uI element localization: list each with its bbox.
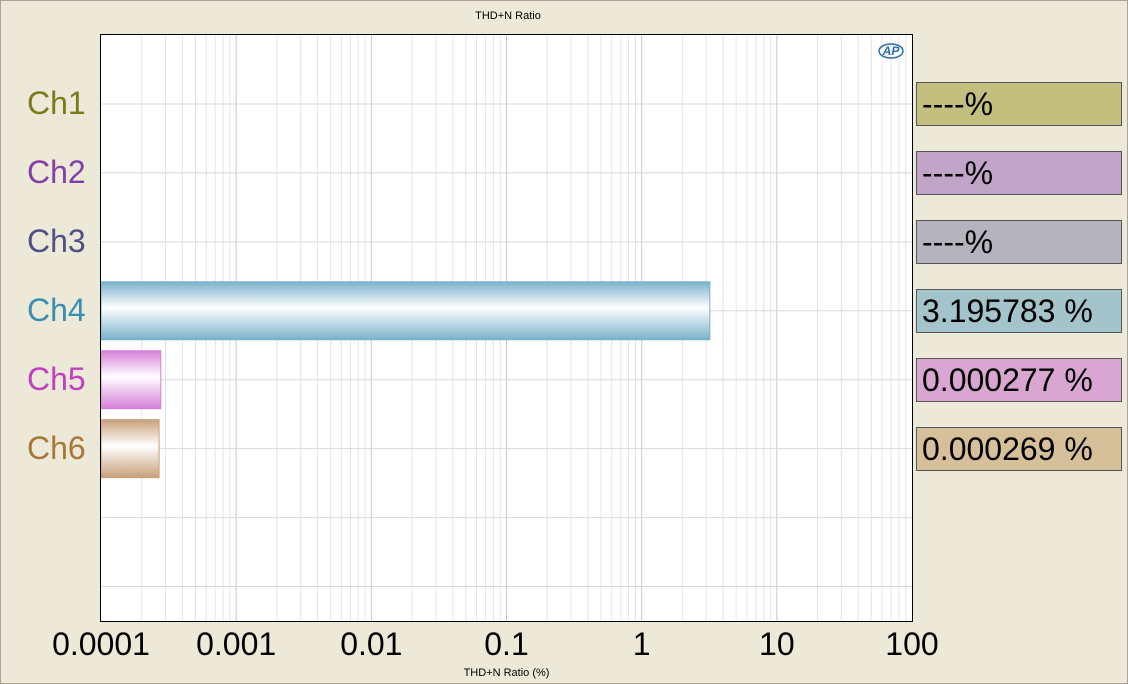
x-tick-label: 0.001 [196, 626, 277, 662]
bar-ch6 [101, 419, 160, 479]
channel-label-ch4: Ch4 [27, 291, 86, 328]
channel-label-ch3: Ch3 [27, 222, 86, 259]
svg-text:AP: AP [882, 44, 901, 58]
value-readout-ch6: 0.000269 % [916, 426, 1122, 471]
channel-label-ch2: Ch2 [27, 153, 86, 190]
x-tick-label: 100 [885, 626, 939, 662]
channel-label-ch5: Ch5 [27, 360, 86, 397]
value-readout-ch3: ----% [916, 219, 1122, 264]
x-tick-label: 0.01 [340, 626, 403, 662]
ap-logo-icon: AP [878, 43, 904, 59]
x-axis-label: THD+N Ratio (%) [463, 667, 550, 679]
x-tick-label: 0.1 [484, 626, 529, 662]
value-readout-ch2: ----% [916, 150, 1122, 195]
chart-title: THD+N Ratio [475, 10, 541, 22]
plot-svg [101, 35, 912, 621]
bar-ch4 [101, 281, 711, 341]
plot-area [100, 34, 913, 622]
x-tick-label: 1 [632, 626, 651, 662]
x-tick-label: 10 [759, 626, 795, 662]
x-tick-label: 0.0001 [52, 626, 150, 662]
channel-label-ch1: Ch1 [27, 84, 86, 121]
value-readout-ch1: ----% [916, 81, 1122, 126]
value-readout-ch4: 3.195783 % [916, 288, 1122, 333]
channel-label-ch6: Ch6 [27, 429, 86, 466]
bar-ch5 [101, 350, 162, 410]
value-readout-ch5: 0.000277 % [916, 357, 1122, 402]
